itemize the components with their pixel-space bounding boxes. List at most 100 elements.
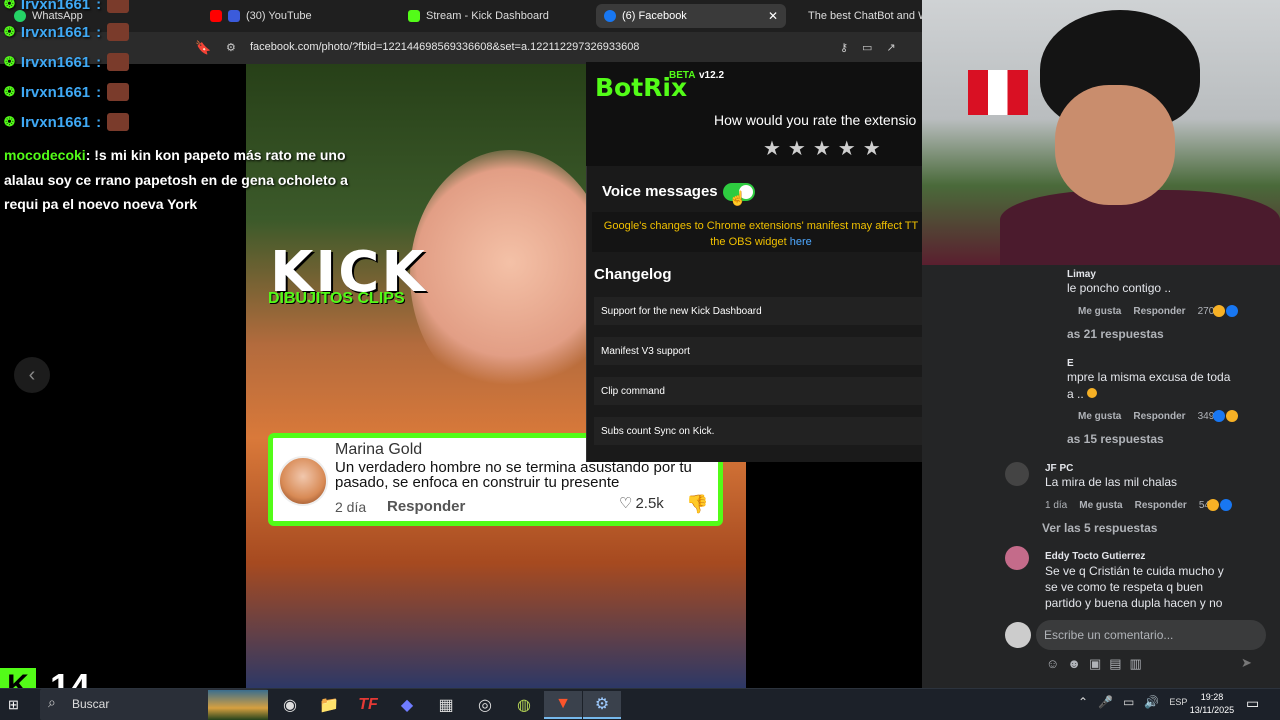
tab-kick-dashboard[interactable]: Stream - Kick Dashboard	[400, 4, 557, 28]
send-icon[interactable]: ➤	[1241, 655, 1252, 671]
system-tray: ⌃ 🎤 ▭ 🔊 ESP	[1078, 695, 1187, 709]
commenter-avatar[interactable]	[1005, 546, 1029, 570]
user-badge-icon: ❂	[4, 24, 15, 39]
search-highlight-image	[208, 690, 268, 720]
network-icon[interactable]: ▭	[1123, 695, 1134, 709]
start-icon[interactable]: ⊞	[8, 697, 19, 713]
flag-image	[968, 70, 1028, 115]
language-indicator[interactable]: ESP	[1169, 697, 1187, 707]
comment-age: 2 día	[335, 499, 367, 515]
view-replies-link[interactable]: Ver las 5 respuestas	[1042, 521, 1157, 535]
reply-link[interactable]: Responder	[1133, 306, 1185, 317]
dislike-icon: 👎	[686, 494, 709, 514]
facebook-icon	[604, 10, 616, 22]
reactions-icon	[1207, 499, 1232, 511]
toolbar-icons[interactable]: ⚷▭↗	[840, 41, 910, 54]
my-avatar	[1005, 622, 1031, 648]
emote-icon	[107, 113, 130, 131]
reply-link[interactable]: Responder	[1133, 411, 1185, 422]
cortana-icon[interactable]: ◉	[271, 691, 309, 719]
like-link[interactable]: Me gusta	[1079, 500, 1122, 511]
like-link[interactable]: Me gusta	[1078, 411, 1121, 422]
chat-message: mocodecoki: !s mi kin kon papeto más rat…	[4, 143, 374, 217]
user-badge-icon: ❂	[4, 0, 15, 11]
reaction-count: 349	[1197, 411, 1215, 422]
chrome-like-icon[interactable]: ◍	[505, 691, 543, 719]
emote-icon	[107, 23, 130, 41]
site-info-icon[interactable]: ⚙	[226, 41, 236, 54]
comment-avatar	[278, 456, 328, 506]
comment-author[interactable]: JF PC	[1045, 463, 1073, 474]
user-badge-icon: ❂	[4, 114, 15, 129]
tab-label: The best ChatBot and W	[808, 10, 922, 22]
tab-youtube[interactable]: (30) YouTube	[202, 4, 320, 28]
steam-icon[interactable]: ⚙	[583, 691, 621, 719]
comment-input[interactable]: Escribe un comentario...	[1036, 620, 1266, 650]
close-tab-icon[interactable]: ✕	[768, 9, 778, 23]
notifications-icon[interactable]: ▭	[1246, 695, 1259, 712]
voice-messages-label: Voice messages	[602, 183, 718, 200]
microphone-icon[interactable]: 🎤	[1098, 695, 1113, 709]
file-explorer-icon[interactable]: 📁	[310, 691, 348, 719]
user-badge-icon: ❂	[4, 54, 15, 69]
chat-line: ❂ Irvxn1661:	[4, 83, 130, 101]
app-diamond-icon[interactable]: ◆	[388, 691, 426, 719]
comment-author[interactable]: Eddy Tocto Gutierrez	[1045, 551, 1145, 562]
comment-reply-label: Responder	[387, 498, 466, 515]
chat-username: mocodecoki	[4, 147, 86, 163]
user-badge-icon: ❂	[4, 84, 15, 99]
reply-link[interactable]: Responder	[1135, 500, 1187, 511]
brave-browser-icon[interactable]: ▼	[544, 691, 582, 719]
streamer-face	[1055, 85, 1175, 205]
like-count: 2.5k	[635, 494, 664, 512]
rating-stars[interactable]: ★★★★★	[763, 136, 888, 161]
comment-actions: Me gusta Responder 270	[1078, 306, 1214, 317]
comment-likes: ♡ 2.5k	[619, 494, 664, 513]
volume-icon[interactable]: 🔊	[1144, 695, 1159, 709]
chat-line: ❂ Irvxn1661:	[4, 0, 130, 13]
url-text[interactable]: facebook.com/photo/?fbid=122144698569336…	[250, 41, 639, 53]
search-icon: ⌕	[48, 694, 56, 710]
window-icon	[228, 10, 240, 22]
comment-author[interactable]: E	[1067, 358, 1074, 369]
comment-text: Un verdadero hombre no se termina asusta…	[335, 459, 692, 491]
bookmark-icon[interactable]: 🔖	[195, 40, 211, 56]
rate-prompt: How would you rate the extensio	[714, 112, 917, 128]
view-replies-link[interactable]: as 15 respuestas	[1067, 432, 1164, 446]
version-label: v12.2	[699, 70, 725, 81]
calendar-app-icon[interactable]: ▦	[427, 691, 465, 719]
previous-photo-button[interactable]: ‹	[14, 357, 50, 393]
emote-icon	[107, 53, 130, 71]
cursor-icon: ☝	[729, 190, 747, 206]
comment-author[interactable]: Limay	[1067, 269, 1096, 280]
reactions-icon	[1213, 410, 1238, 422]
view-replies-link[interactable]: as 21 respuestas	[1067, 327, 1164, 341]
like-link[interactable]: Me gusta	[1078, 306, 1121, 317]
tab-facebook[interactable]: (6) Facebook ✕	[596, 4, 786, 28]
youtube-icon	[210, 10, 222, 22]
emote-icon	[107, 0, 130, 13]
clock-date: 13/11/2025	[1189, 705, 1235, 715]
chat-line: ❂ Irvxn1661:	[4, 53, 130, 71]
kick-subtitle: DIBUJITOS CLIPS	[268, 290, 405, 307]
tab-label: (6) Facebook	[622, 10, 687, 22]
tf-app-icon[interactable]: TF	[349, 691, 387, 719]
comment-tools-icons[interactable]: ☺☻▣▤▥	[1046, 656, 1150, 672]
comment-text: a ..	[1067, 386, 1098, 402]
comment-actions: 1 día Me gusta Responder 54	[1045, 500, 1210, 511]
notice-text: Google's changes to Chrome extensions' m…	[603, 220, 919, 248]
chat-line: ❂ Irvxn1661:	[4, 113, 130, 131]
comment-actions: Me gusta Responder 349	[1078, 411, 1214, 422]
chevron-up-icon[interactable]: ⌃	[1078, 695, 1088, 709]
commenter-avatar[interactable]	[1005, 462, 1029, 486]
changelog-title: Changelog	[594, 266, 672, 283]
tab-label: Stream - Kick Dashboard	[426, 10, 549, 22]
notice-link[interactable]: here	[790, 236, 812, 248]
emote-icon	[107, 83, 130, 101]
comment-text: le poncho contigo ..	[1067, 281, 1172, 295]
botrix-icon	[798, 12, 806, 20]
tab-botrix[interactable]: The best ChatBot and W	[794, 4, 922, 28]
obs-icon[interactable]: ◎	[466, 691, 504, 719]
comment-text: mpre la misma excusa de toda	[1067, 370, 1231, 384]
clock[interactable]: 19:28 13/11/2025	[1186, 691, 1238, 717]
